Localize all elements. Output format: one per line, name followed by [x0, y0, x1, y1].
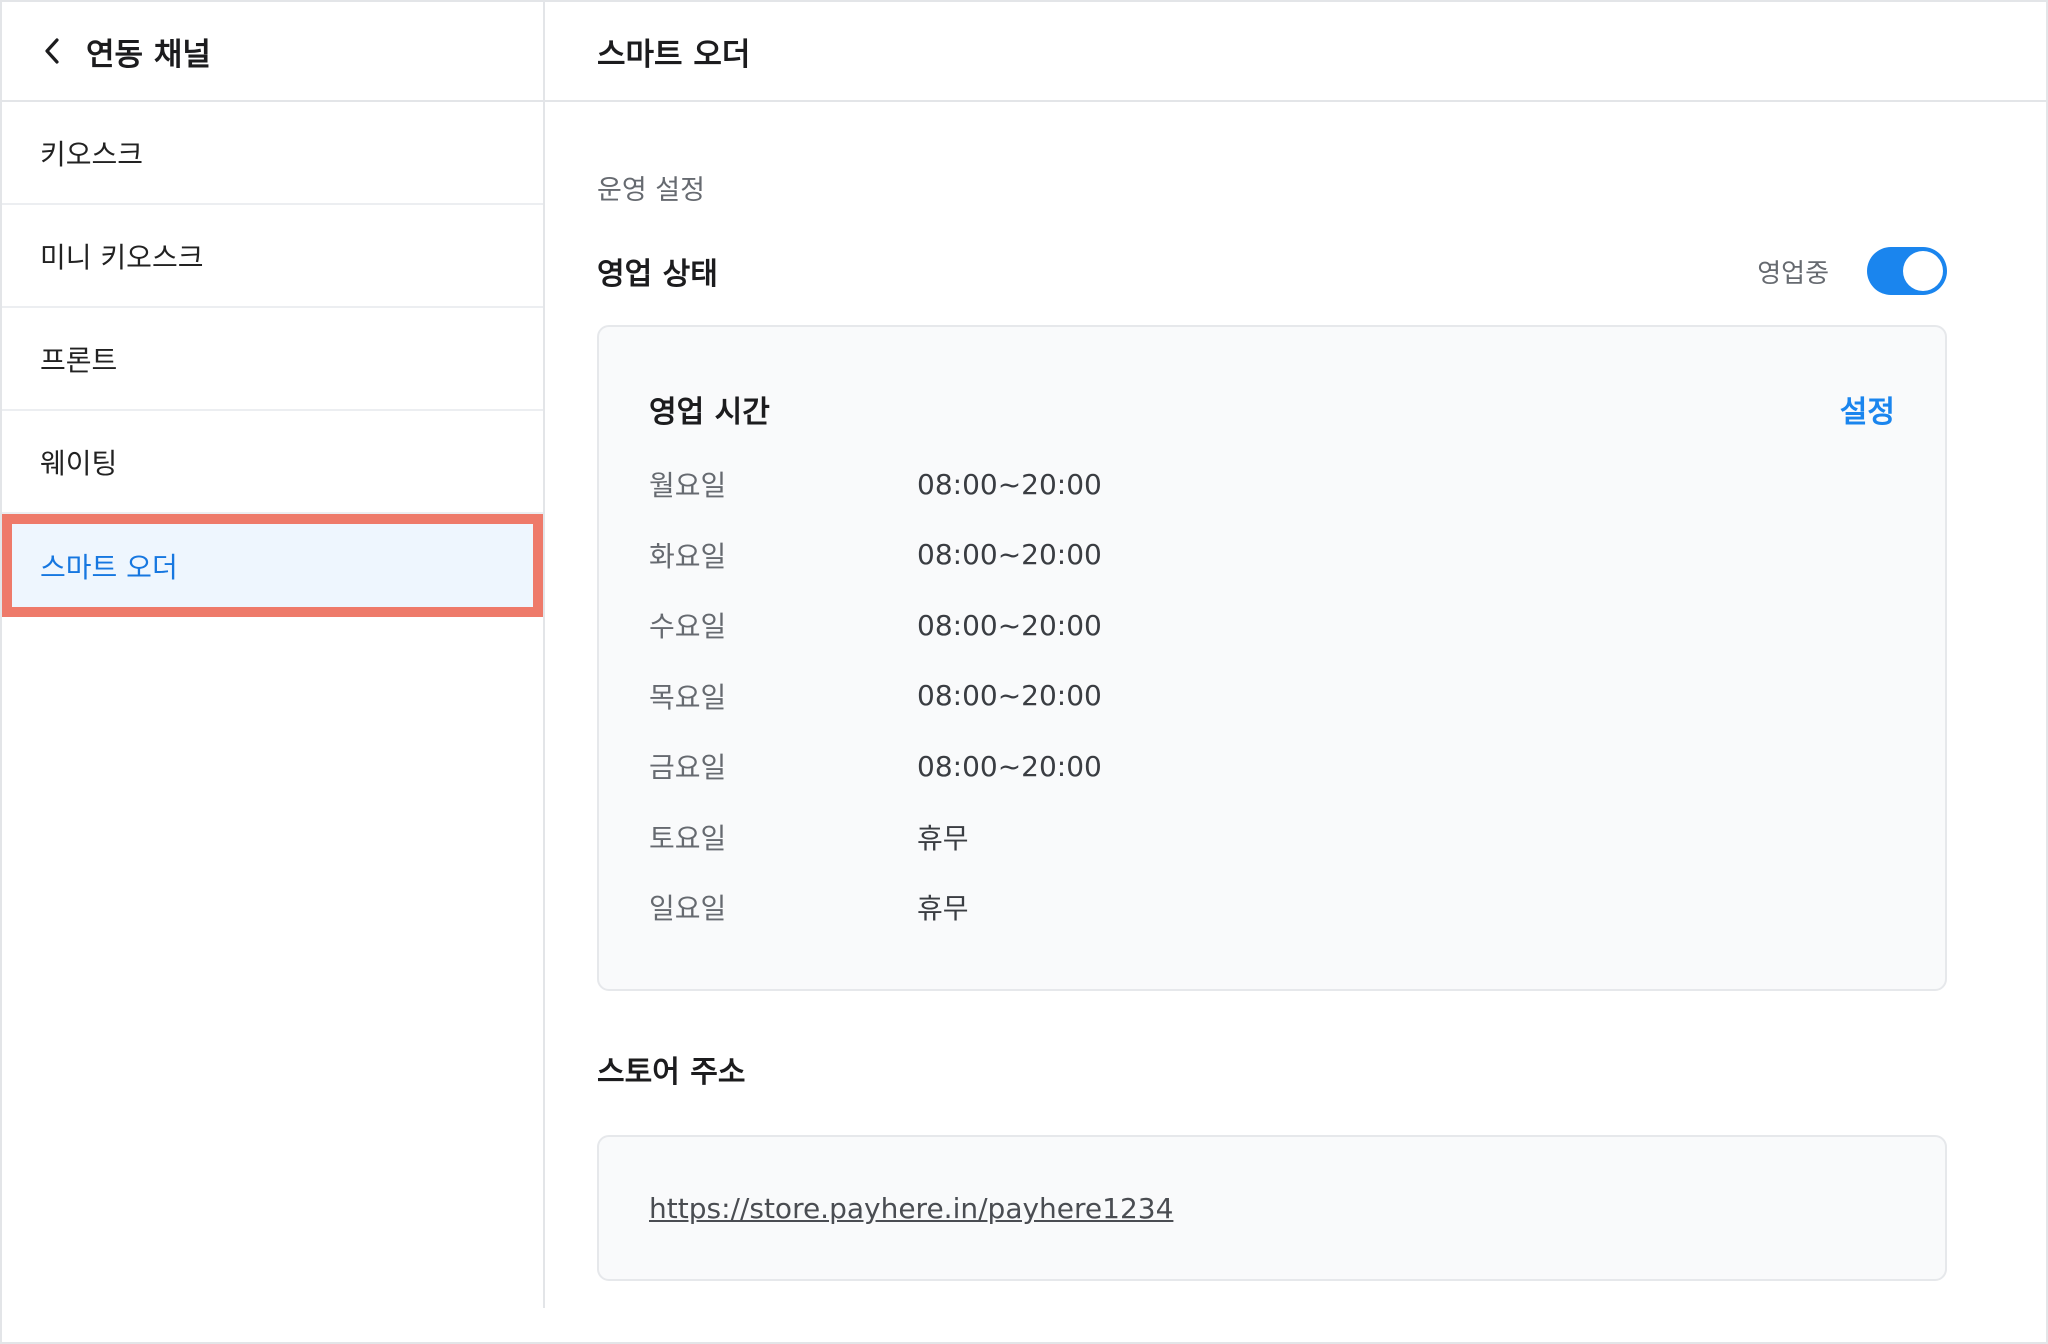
hours-time: 08:00~20:00 [917, 538, 1102, 572]
hours-day: 화요일 [649, 539, 727, 573]
sidebar-item-mini-kiosk[interactable]: 미니 키오스크 [2, 205, 543, 308]
section-label: 운영 설정 [597, 175, 705, 206]
business-status-row: 영업 상태 영업중 [597, 245, 1947, 297]
hours-row: 금요일 08:00~20:00 [649, 731, 1895, 802]
hours-day: 월요일 [649, 469, 727, 503]
store-address-card: https://store.payhere.in/payhere1234 [597, 1135, 1947, 1281]
hours-row: 토요일 휴무 [649, 802, 1895, 873]
hours-time: 08:00~20:00 [917, 679, 1102, 713]
hours-time: 휴무 [917, 892, 969, 926]
sidebar-item-label: 프론트 [40, 343, 118, 377]
main-header: 스마트 오더 [545, 2, 2048, 102]
sidebar-item-label: 미니 키오스크 [40, 240, 204, 274]
hours-time: 08:00~20:00 [917, 749, 1102, 783]
hours-row: 목요일 08:00~20:00 [649, 661, 1895, 732]
business-hours-card: 영업 시간 설정 월요일 08:00~20:00 화요일 08:00~20:00… [597, 325, 1947, 991]
hours-row: 수요일 08:00~20:00 [649, 590, 1895, 661]
hours-time: 08:00~20:00 [917, 608, 1102, 642]
business-hours-title: 영업 시간 [649, 395, 770, 430]
store-address-title: 스토어 주소 [597, 1055, 746, 1090]
hours-day: 금요일 [649, 751, 727, 785]
hours-time: 휴무 [917, 821, 969, 855]
business-hours-edit-button[interactable]: 설정 [1840, 387, 1895, 431]
hours-day: 목요일 [649, 680, 727, 714]
toggle-knob [1903, 251, 1943, 291]
hours-day: 수요일 [649, 610, 727, 644]
sidebar-title: 연동 채널 [86, 36, 211, 73]
store-address-link[interactable]: https://store.payhere.in/payhere1234 [649, 1192, 1173, 1225]
hours-row: 일요일 휴무 [649, 872, 1895, 943]
business-status-text: 영업중 [1757, 258, 1829, 289]
business-hours-header: 영업 시간 설정 [649, 387, 1895, 431]
sidebar-item-smart-order[interactable]: 스마트 오더 [2, 514, 543, 617]
hours-row: 화요일 08:00~20:00 [649, 520, 1895, 591]
chevron-left-icon[interactable] [38, 37, 66, 65]
sidebar-item-waiting[interactable]: 웨이팅 [2, 411, 543, 514]
sidebar-item-front[interactable]: 프론트 [2, 308, 543, 411]
business-status-title: 영업 상태 [597, 257, 718, 292]
hours-row: 월요일 08:00~20:00 [649, 449, 1895, 520]
business-status-toggle[interactable] [1867, 247, 1947, 295]
hours-day: 토요일 [649, 821, 727, 855]
hours-time: 08:00~20:00 [917, 467, 1102, 501]
business-status-control: 영업중 [1757, 247, 1947, 295]
sidebar: 연동 채널 키오스크 미니 키오스크 프론트 웨이팅 스마트 오더 [2, 2, 545, 1308]
sidebar-item-label: 키오스크 [40, 137, 144, 171]
main-panel: 스마트 오더 운영 설정 영업 상태 영업중 영업 시간 설정 월요일 08:0… [545, 2, 2048, 1342]
main-content: 운영 설정 영업 상태 영업중 영업 시간 설정 월요일 08:00~20:00… [545, 168, 1996, 1281]
sidebar-item-label: 웨이팅 [40, 446, 118, 480]
sidebar-header: 연동 채널 [2, 2, 543, 102]
page-title: 스마트 오더 [597, 36, 751, 73]
sidebar-item-label: 스마트 오더 [40, 550, 178, 584]
hours-day: 일요일 [649, 892, 727, 926]
sidebar-item-kiosk[interactable]: 키오스크 [2, 102, 543, 205]
app-frame: 연동 채널 키오스크 미니 키오스크 프론트 웨이팅 스마트 오더 스마트 오더… [0, 0, 2048, 1344]
business-hours-list: 월요일 08:00~20:00 화요일 08:00~20:00 수요일 08:0… [649, 449, 1895, 943]
